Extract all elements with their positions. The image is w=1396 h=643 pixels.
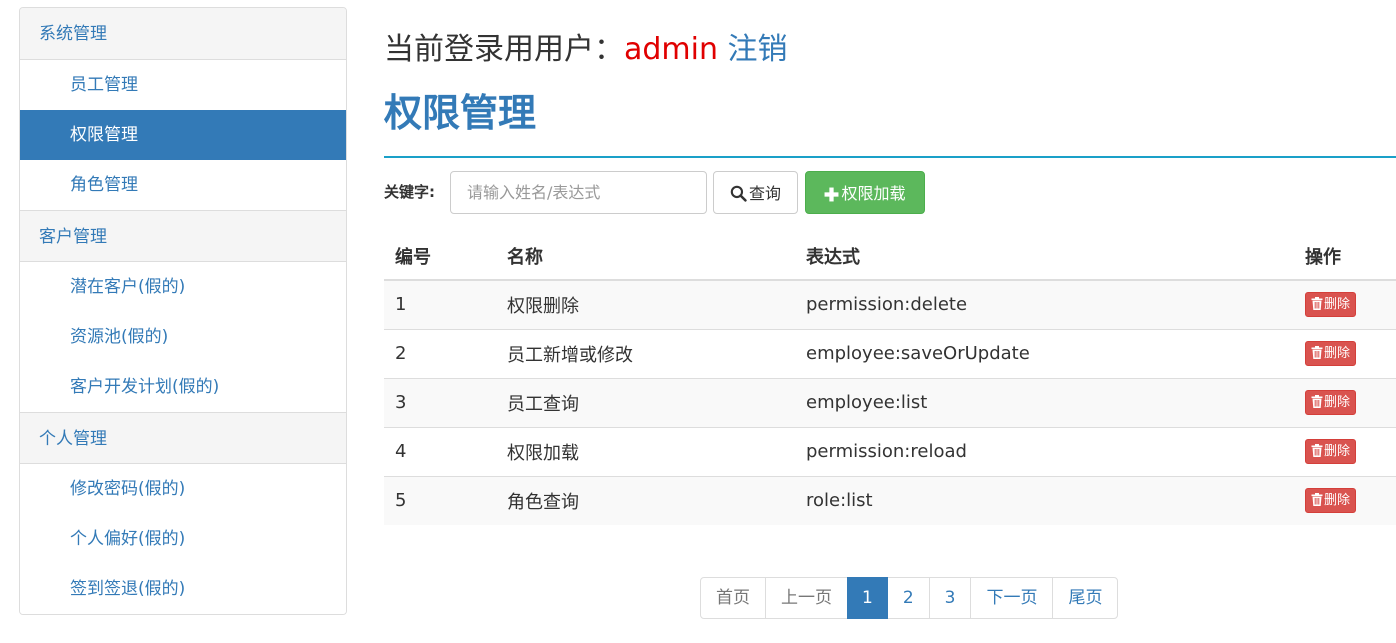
sidebar-group-personal[interactable]: 个人管理 xyxy=(20,412,346,464)
sidebar-item-preferences[interactable]: 个人偏好(假的) xyxy=(20,514,346,564)
table-row: 2 员工新增或修改 employee:saveOrUpdate 删除 xyxy=(384,328,1396,378)
table-body: 1 权限删除 permission:delete 删除 2 员工新增或修改 employee… xyxy=(384,280,1396,525)
sidebar-item-permission[interactable]: 权限管理 xyxy=(20,110,346,160)
trash-icon xyxy=(1311,493,1324,508)
table-header-row: 编号 名称 表达式 操作 xyxy=(384,232,1396,281)
delete-button[interactable]: 删除 xyxy=(1305,488,1357,514)
search-icon xyxy=(730,184,749,203)
cell-id: 4 xyxy=(384,426,496,476)
cell-name: 员工查询 xyxy=(496,377,795,427)
cell-id: 2 xyxy=(384,328,496,378)
delete-button[interactable]: 删除 xyxy=(1305,341,1357,366)
cell-expression: employee:list xyxy=(795,377,1294,427)
reload-button-label: 权限加载 xyxy=(841,184,906,203)
trash-icon xyxy=(1311,444,1324,459)
table-row: 4 权限加载 permission:reload 删除 xyxy=(384,426,1396,476)
sidebar-item-change-password[interactable]: 修改密码(假的) xyxy=(20,464,346,514)
delete-button-label: 删除 xyxy=(1324,444,1351,459)
table-row: 5 角色查询 role:list 删除 xyxy=(384,475,1396,525)
login-status: 当前登录用用户：admin 注销 xyxy=(384,28,788,72)
column-header-id: 编号 xyxy=(384,232,496,281)
cell-expression: employee:saveOrUpdate xyxy=(795,328,1294,378)
logout-link[interactable]: 注销 xyxy=(728,32,788,67)
delete-button[interactable]: 删除 xyxy=(1305,390,1357,415)
delete-button[interactable]: 删除 xyxy=(1305,439,1357,464)
sidebar-item-employee[interactable]: 员工管理 xyxy=(20,60,346,110)
cell-name: 员工新增或修改 xyxy=(496,328,795,378)
sidebar-item-dev-plan[interactable]: 客户开发计划(假的) xyxy=(20,362,346,412)
cell-actions: 删除 xyxy=(1294,328,1396,378)
sidebar: 系统管理 员工管理 权限管理 角色管理 客户管理 潜在客户(假的) 资源池(假的… xyxy=(19,7,347,615)
page-2[interactable]: 2 xyxy=(886,577,930,619)
table-row: 1 权限删除 permission:delete 删除 xyxy=(384,280,1396,329)
page-last[interactable]: 尾页 xyxy=(1052,577,1119,619)
cell-expression: role:list xyxy=(795,475,1294,525)
page-title: 权限管理 xyxy=(384,91,537,135)
search-button[interactable]: 查询 xyxy=(713,171,798,214)
page-next[interactable]: 下一页 xyxy=(970,577,1054,619)
search-form: 关键字: 查询 权限加载 xyxy=(384,171,1396,214)
sidebar-group-system[interactable]: 系统管理 xyxy=(20,8,346,60)
trash-icon xyxy=(1311,346,1324,361)
page-first[interactable]: 首页 xyxy=(700,577,766,619)
sidebar-item-resource-pool[interactable]: 资源池(假的) xyxy=(20,312,346,362)
delete-button-label: 删除 xyxy=(1324,346,1351,361)
cell-id: 3 xyxy=(384,377,496,427)
keyword-label: 关键字: xyxy=(384,183,435,201)
sidebar-item-potential-customer[interactable]: 潜在客户(假的) xyxy=(20,262,346,312)
cell-id: 1 xyxy=(384,280,496,329)
title-divider xyxy=(384,156,1396,158)
cell-expression: permission:delete xyxy=(795,280,1294,329)
plus-icon xyxy=(824,184,841,203)
permission-table: 编号 名称 表达式 操作 1 权限删除 permission:delete 删除 2 员工… xyxy=(384,232,1396,525)
cell-actions: 删除 xyxy=(1294,377,1396,427)
cell-name: 角色查询 xyxy=(496,475,795,525)
cell-name: 权限加载 xyxy=(496,426,795,476)
column-header-name: 名称 xyxy=(496,232,795,281)
sidebar-group-customer[interactable]: 客户管理 xyxy=(20,210,346,262)
reload-permissions-button[interactable]: 权限加载 xyxy=(805,171,925,214)
cell-actions: 删除 xyxy=(1294,426,1396,476)
cell-actions: 删除 xyxy=(1294,280,1396,329)
current-username: admin xyxy=(624,32,718,67)
pagination: 首页 上一页 1 2 3 下一页 尾页 xyxy=(700,577,1119,619)
keyword-input[interactable] xyxy=(450,171,707,214)
column-header-actions: 操作 xyxy=(1294,232,1396,281)
delete-button-label: 删除 xyxy=(1324,297,1351,313)
page-3[interactable]: 3 xyxy=(928,577,972,619)
delete-button-label: 删除 xyxy=(1324,395,1351,410)
cell-id: 5 xyxy=(384,475,496,525)
search-button-label: 查询 xyxy=(748,184,781,203)
sidebar-item-checkin[interactable]: 签到签退(假的) xyxy=(20,564,346,614)
column-header-expression: 表达式 xyxy=(795,232,1294,281)
trash-icon xyxy=(1311,297,1324,312)
page-1[interactable]: 1 xyxy=(847,577,888,619)
trash-icon xyxy=(1311,395,1324,410)
login-prefix: 当前登录用用户： xyxy=(384,32,624,67)
page-prev[interactable]: 上一页 xyxy=(765,577,848,619)
sidebar-item-role[interactable]: 角色管理 xyxy=(20,160,346,210)
cell-name: 权限删除 xyxy=(496,280,795,329)
delete-button-label: 删除 xyxy=(1324,493,1351,509)
table-row: 3 员工查询 employee:list 删除 xyxy=(384,377,1396,427)
cell-actions: 删除 xyxy=(1294,475,1396,525)
delete-button[interactable]: 删除 xyxy=(1305,292,1357,318)
cell-expression: permission:reload xyxy=(795,426,1294,476)
